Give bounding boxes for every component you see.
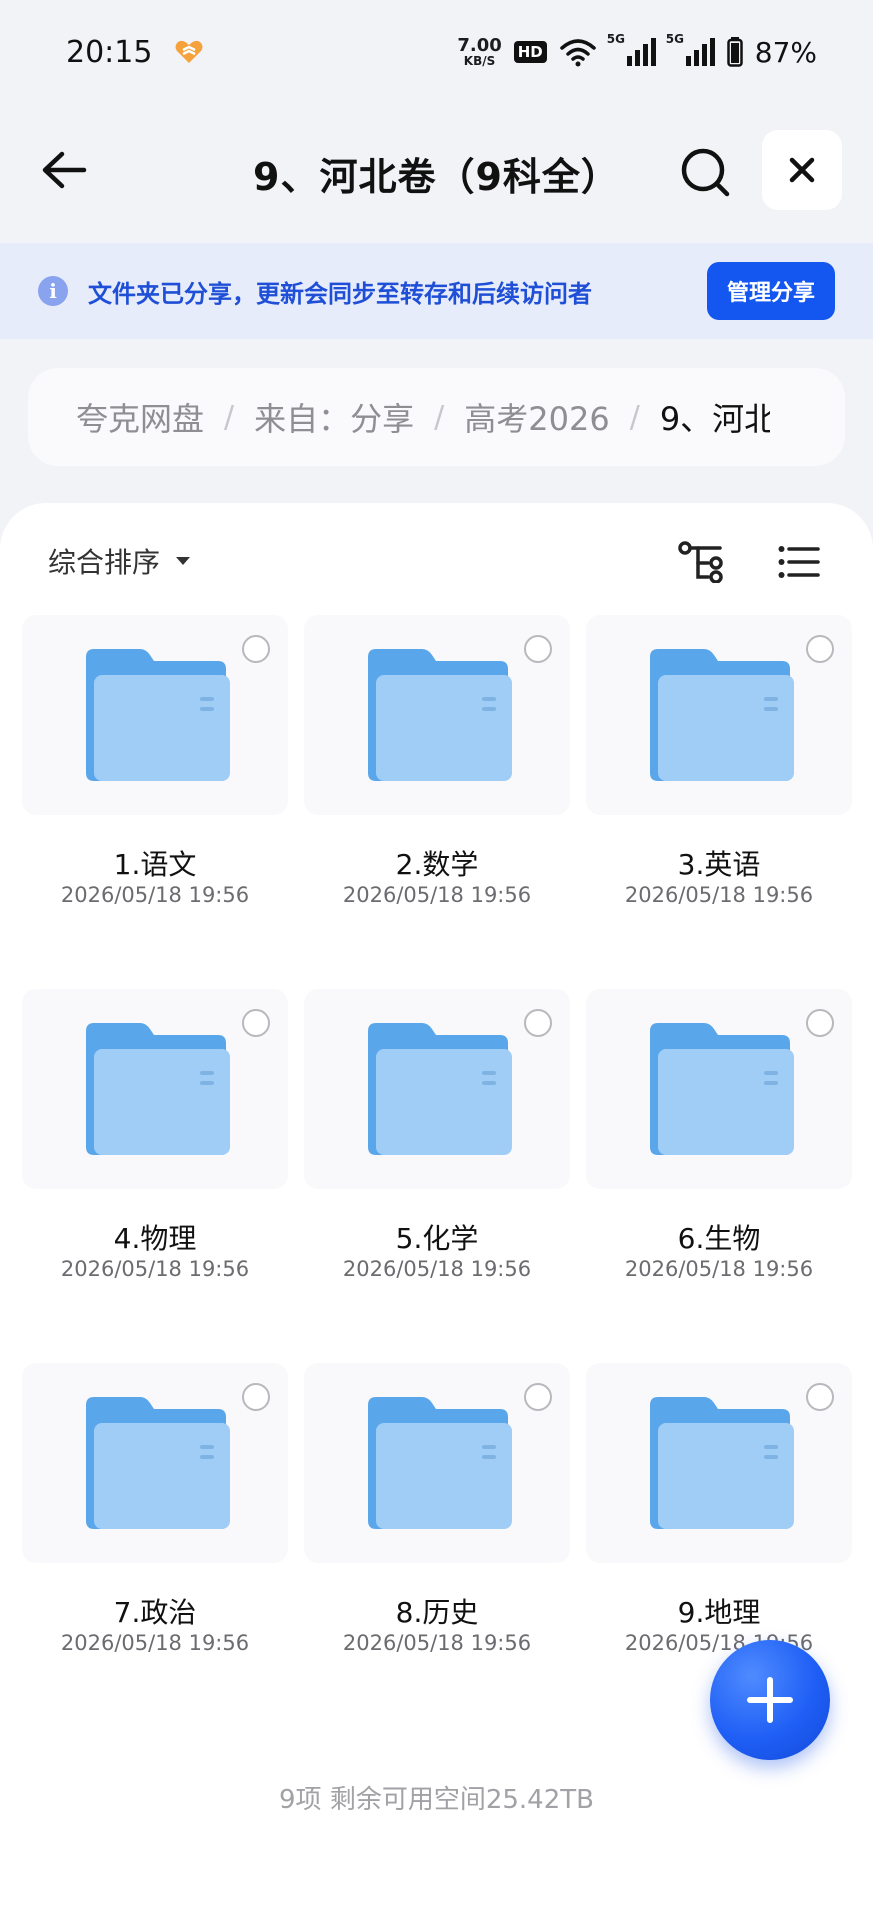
list-icon [778, 546, 820, 578]
close-button[interactable] [762, 130, 842, 210]
sort-dropdown[interactable]: 综合排序 [48, 541, 192, 581]
select-checkbox[interactable] [806, 1009, 834, 1037]
folder-date: 2026/05/18 19:56 [342, 1631, 532, 1655]
folder-card[interactable] [586, 989, 852, 1189]
folder-date: 2026/05/18 19:56 [60, 883, 250, 907]
list-view-button[interactable] [772, 535, 826, 589]
page-title: 9、河北卷（9科全） [253, 155, 620, 199]
folder-card[interactable] [304, 615, 570, 815]
search-icon [681, 148, 730, 197]
select-checkbox[interactable] [806, 1383, 834, 1411]
folder-icon [368, 1023, 512, 1155]
folder-tile[interactable]: 4.物理 2026/05/18 19:56 [22, 989, 288, 1289]
folder-date: 2026/05/18 19:56 [624, 1631, 814, 1655]
add-button[interactable] [710, 1640, 830, 1760]
signal-icon-2: 5G [666, 32, 715, 66]
folder-icon [650, 649, 794, 781]
folder-card[interactable] [586, 615, 852, 815]
folder-name[interactable]: 9.地理 [586, 1591, 852, 1631]
breadcrumb-separator: / [224, 399, 235, 435]
breadcrumb-item-gaokao[interactable]: 高考2026 [464, 394, 609, 440]
folder-card[interactable] [304, 1363, 570, 1563]
folder-icon [650, 1397, 794, 1529]
folder-icon [86, 649, 230, 781]
folder-card[interactable] [22, 989, 288, 1189]
select-checkbox[interactable] [524, 1383, 552, 1411]
folder-date: 2026/05/18 19:56 [342, 1257, 532, 1281]
folder-name[interactable]: 4.物理 [22, 1217, 288, 1257]
breadcrumb-item-share[interactable]: 来自：分享 [254, 394, 414, 440]
folder-name[interactable]: 8.历史 [304, 1591, 570, 1631]
select-checkbox[interactable] [242, 1009, 270, 1037]
folder-icon [86, 1023, 230, 1155]
close-icon [789, 157, 815, 183]
folder-tile[interactable]: 7.政治 2026/05/18 19:56 [22, 1363, 288, 1663]
top-navigation: 9、河北卷（9科全） [0, 120, 873, 220]
select-checkbox[interactable] [242, 635, 270, 663]
battery-percent: 87% [754, 35, 817, 69]
folder-name[interactable]: 6.生物 [586, 1217, 852, 1257]
battery-icon [727, 37, 743, 67]
select-checkbox[interactable] [806, 635, 834, 663]
folder-icon [650, 1023, 794, 1155]
select-checkbox[interactable] [524, 635, 552, 663]
network-speed: 7.00 KB/S [457, 35, 502, 68]
wifi-icon [560, 39, 596, 67]
breadcrumb: 夸克网盘 / 来自：分享 / 高考2026 / 9、河北 [28, 368, 845, 466]
storage-summary: 9项 剩余可用空间25.42TB [279, 1785, 594, 1815]
folder-card[interactable] [304, 989, 570, 1189]
folder-icon [86, 1397, 230, 1529]
folder-name[interactable]: 2.数学 [304, 843, 570, 883]
folder-name[interactable]: 5.化学 [304, 1217, 570, 1257]
folder-tile[interactable]: 9.地理 2026/05/18 19:56 [586, 1363, 852, 1663]
signal-icon-1: 5G [607, 32, 656, 66]
share-notice-text: 文件夹已分享，更新会同步至转存和后续访问者 [88, 279, 592, 308]
folder-date: 2026/05/18 19:56 [624, 883, 814, 907]
folder-date: 2026/05/18 19:56 [60, 1631, 250, 1655]
tree-structure-icon [678, 541, 723, 583]
screen: 20:15 7.00 KB/S HD 5G 5G 87% 9、河北卷（9科全） … [0, 0, 873, 1920]
folder-card[interactable] [22, 615, 288, 815]
caret-down-icon [176, 557, 191, 565]
folder-tile[interactable]: 2.数学 2026/05/18 19:56 [304, 615, 570, 915]
folder-name[interactable]: 1.语文 [22, 843, 288, 883]
folder-tile[interactable]: 3.英语 2026/05/18 19:56 [586, 615, 852, 915]
folder-date: 2026/05/18 19:56 [60, 1257, 250, 1281]
folder-card[interactable] [586, 1363, 852, 1563]
app-notification-icon [175, 40, 203, 63]
hd-badge: HD [513, 41, 547, 63]
breadcrumb-separator: / [434, 399, 445, 435]
folder-tile[interactable]: 1.语文 2026/05/18 19:56 [22, 615, 288, 915]
folder-icon [368, 649, 512, 781]
search-button[interactable] [675, 142, 735, 202]
folder-date: 2026/05/18 19:56 [342, 883, 532, 907]
breadcrumb-separator: / [629, 399, 640, 435]
status-time: 20:15 [66, 34, 153, 70]
folder-name[interactable]: 7.政治 [22, 1591, 288, 1631]
info-icon: i [38, 276, 68, 306]
tree-view-button[interactable] [675, 535, 729, 589]
share-notice-banner: i 文件夹已分享，更新会同步至转存和后续访问者 管理分享 [0, 243, 873, 339]
breadcrumb-item-current: 9、河北 [659, 400, 770, 438]
sort-label: 综合排序 [48, 546, 161, 579]
folder-icon [368, 1397, 512, 1529]
breadcrumb-item-root[interactable]: 夸克网盘 [76, 394, 204, 440]
plus-icon [747, 1677, 793, 1723]
folder-tile[interactable]: 8.历史 2026/05/18 19:56 [304, 1363, 570, 1663]
folder-tile[interactable]: 5.化学 2026/05/18 19:56 [304, 989, 570, 1289]
manage-share-button[interactable]: 管理分享 [706, 262, 835, 320]
select-checkbox[interactable] [524, 1009, 552, 1037]
folder-date: 2026/05/18 19:56 [624, 1257, 814, 1281]
folder-card[interactable] [22, 1363, 288, 1563]
folder-name[interactable]: 3.英语 [586, 843, 852, 883]
select-checkbox[interactable] [242, 1383, 270, 1411]
folder-tile[interactable]: 6.生物 2026/05/18 19:56 [586, 989, 852, 1289]
status-bar: 20:15 7.00 KB/S HD 5G 5G 87% [0, 0, 873, 104]
